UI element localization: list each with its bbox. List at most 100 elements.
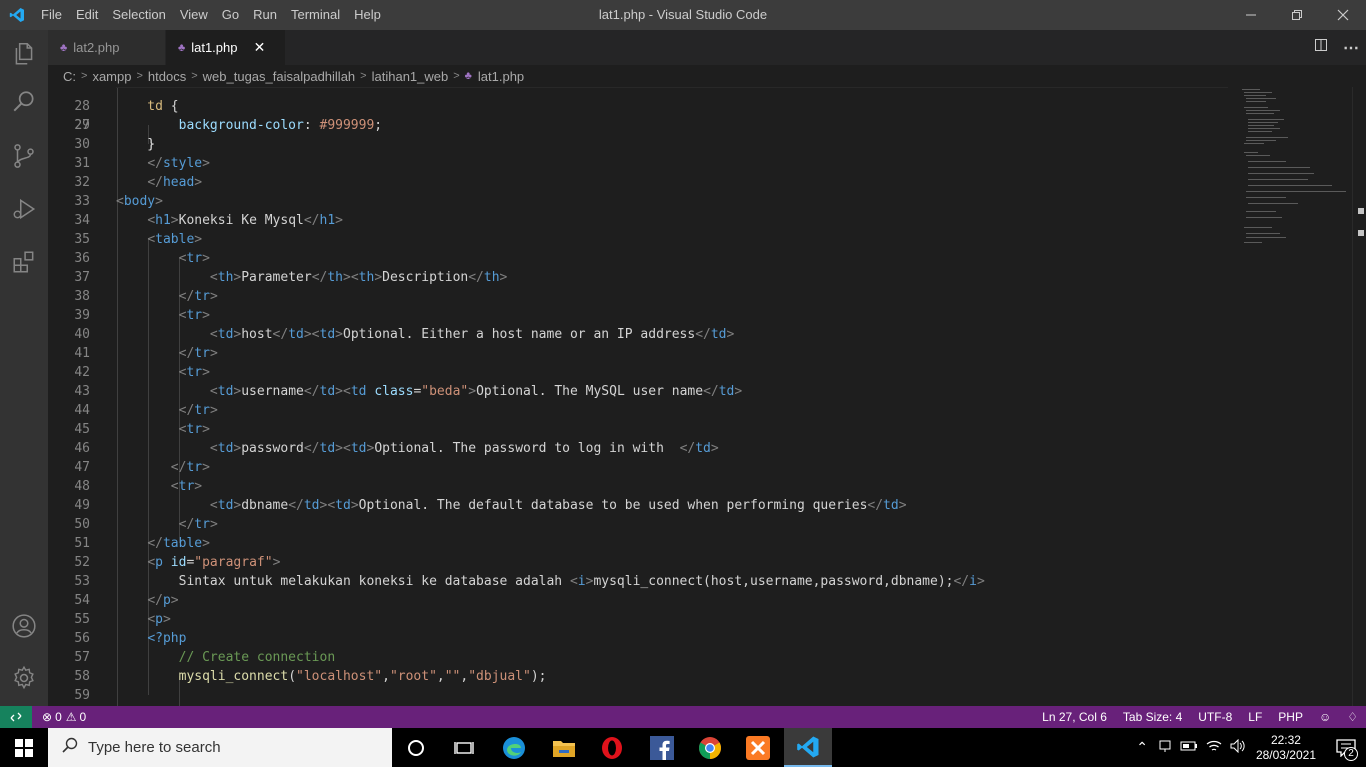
line-number: 30 <box>74 137 90 152</box>
close-window-icon[interactable] <box>1320 0 1366 30</box>
code-line[interactable]: 46 <td>password</td><td>Optional. The pa… <box>48 439 1228 458</box>
encoding[interactable]: UTF-8 <box>1190 710 1240 724</box>
facebook-icon[interactable] <box>638 728 686 767</box>
task-view-icon[interactable] <box>440 728 488 767</box>
search-icon[interactable] <box>0 78 48 126</box>
menu-selection[interactable]: Selection <box>105 0 172 30</box>
opera-browser-icon[interactable] <box>588 728 636 767</box>
volume-icon[interactable] <box>1230 738 1246 756</box>
feedback-icon[interactable]: ☺ <box>1311 710 1339 724</box>
code-line[interactable]: 34 <h1>Koneksi Ke Mysql</h1> <box>48 211 1228 230</box>
code-line[interactable]: 44 </tr> <box>48 401 1228 420</box>
breadcrumb-item[interactable]: latihan1_web <box>372 69 449 84</box>
file-explorer-icon[interactable] <box>540 728 588 767</box>
code-line[interactable]: 45 <tr> <box>48 420 1228 439</box>
warning-icon: ⚠ <box>65 710 77 724</box>
code-editor[interactable]: 27 } 28 td { 29 background-color: #99999… <box>48 87 1366 706</box>
wifi-icon[interactable] <box>1206 739 1222 756</box>
code-line[interactable]: 42 <tr> <box>48 363 1228 382</box>
line-number: 46 <box>74 441 90 456</box>
extensions-icon[interactable] <box>0 238 48 286</box>
taskbar-search-box[interactable]: Type here to search <box>48 728 392 767</box>
battery-icon[interactable] <box>1180 740 1198 755</box>
cortana-icon[interactable] <box>392 728 440 767</box>
code-line[interactable]: 55 <p> <box>48 610 1228 629</box>
code-line[interactable]: 51 </table> <box>48 534 1228 553</box>
minimap[interactable] <box>1238 87 1354 706</box>
line-number: 38 <box>74 289 90 304</box>
code-line[interactable]: 29 background-color: #999999; <box>48 116 1228 135</box>
accounts-icon[interactable] <box>0 602 48 650</box>
line-number: 52 <box>74 555 90 570</box>
code-line[interactable]: 36 <tr> <box>48 249 1228 268</box>
code-line[interactable]: 59 <box>48 686 1228 705</box>
breadcrumb-item[interactable]: lat1.php <box>478 69 524 84</box>
code-line[interactable]: 27 } <box>48 87 1228 152</box>
breadcrumb-item[interactable]: C: <box>63 69 76 84</box>
code-line[interactable]: 37 <th>Parameter</th><th>Description</th… <box>48 268 1228 287</box>
code-line[interactable]: 30 } <box>48 135 1228 154</box>
code-line[interactable]: 43 <td>username</td><td class="beda">Opt… <box>48 382 1228 401</box>
code-line[interactable]: 40 <td>host</td><td>Optional. Either a h… <box>48 325 1228 344</box>
tab-lat1-php[interactable]: ♣ lat1.php ✕ <box>166 30 286 65</box>
code-line[interactable]: 33 <body> <box>48 192 1228 211</box>
code-line[interactable]: 52 <p id="paragraf"> <box>48 553 1228 572</box>
vscode-logo-icon[interactable] <box>0 0 34 30</box>
vscode-taskbar-icon[interactable] <box>784 728 832 767</box>
clock[interactable]: 22:32 28/03/2021 <box>1256 733 1316 763</box>
menu-file[interactable]: File <box>34 0 69 30</box>
menu-edit[interactable]: Edit <box>69 0 105 30</box>
code-line[interactable]: 31 </style> <box>48 154 1228 173</box>
code-line[interactable]: 38 </tr> <box>48 287 1228 306</box>
breadcrumb-item[interactable]: web_tugas_faisalpadhillah <box>203 69 356 84</box>
code-line[interactable]: 28 td { <box>48 97 1228 116</box>
vertical-scrollbar[interactable] <box>1352 87 1366 706</box>
menu-help[interactable]: Help <box>347 0 388 30</box>
windows-start-icon[interactable] <box>0 728 48 767</box>
network-icon[interactable] <box>1158 739 1172 756</box>
code-line[interactable]: 41 </tr> <box>48 344 1228 363</box>
code-line[interactable]: 35 <table> <box>48 230 1228 249</box>
split-editor-icon[interactable] <box>1306 38 1336 57</box>
problems-indicator[interactable]: ⊗ 0 ⚠ 0 <box>32 710 86 724</box>
action-center-icon[interactable]: 2 <box>1326 738 1366 761</box>
menu-run[interactable]: Run <box>246 0 284 30</box>
menu-go[interactable]: Go <box>215 0 246 30</box>
remote-indicator-icon[interactable] <box>0 706 32 728</box>
code-line[interactable]: 39 <tr> <box>48 306 1228 325</box>
run-debug-icon[interactable] <box>0 185 48 233</box>
code-line[interactable]: 57 // Create connection <box>48 648 1228 667</box>
code-line[interactable]: 48 <tr> <box>48 477 1228 496</box>
code-line[interactable]: 56 <?php <box>48 629 1228 648</box>
breadcrumb-item[interactable]: xampp <box>92 69 131 84</box>
close-icon[interactable]: ✕ <box>251 39 267 56</box>
code-line[interactable]: 54 </p> <box>48 591 1228 610</box>
settings-gear-icon[interactable] <box>0 654 48 702</box>
chevron-up-icon[interactable]: ⌃ <box>1136 739 1148 756</box>
more-actions-icon[interactable]: ⋯ <box>1336 38 1366 58</box>
chrome-browser-icon[interactable] <box>686 728 734 767</box>
line-number: 41 <box>74 346 90 361</box>
cursor-position[interactable]: Ln 27, Col 6 <box>1034 710 1115 724</box>
source-control-icon[interactable] <box>0 132 48 180</box>
line-number: 53 <box>74 574 90 589</box>
edge-browser-icon[interactable] <box>490 728 538 767</box>
restore-icon[interactable] <box>1274 0 1320 30</box>
explorer-icon[interactable] <box>0 30 48 78</box>
code-line[interactable]: 32 </head> <box>48 173 1228 192</box>
code-line[interactable]: 50 </tr> <box>48 515 1228 534</box>
tab-lat2-php[interactable]: ♣ lat2.php <box>48 30 166 65</box>
xampp-icon[interactable] <box>734 728 782 767</box>
menu-terminal[interactable]: Terminal <box>284 0 347 30</box>
menu-view[interactable]: View <box>173 0 215 30</box>
code-line[interactable]: 49 <td>dbname</td><td>Optional. The defa… <box>48 496 1228 515</box>
end-of-line[interactable]: LF <box>1240 710 1270 724</box>
minimize-icon[interactable] <box>1228 0 1274 30</box>
code-line[interactable]: 53 Sintax untuk melakukan koneksi ke dat… <box>48 572 1228 591</box>
code-line[interactable]: 47 </tr> <box>48 458 1228 477</box>
code-line[interactable]: 58 mysqli_connect("localhost","root","",… <box>48 667 1228 686</box>
language-mode[interactable]: PHP <box>1270 710 1311 724</box>
breadcrumb-item[interactable]: htdocs <box>148 69 186 84</box>
tab-size[interactable]: Tab Size: 4 <box>1115 710 1190 724</box>
notifications-bell-icon[interactable]: ♢ <box>1339 710 1366 724</box>
